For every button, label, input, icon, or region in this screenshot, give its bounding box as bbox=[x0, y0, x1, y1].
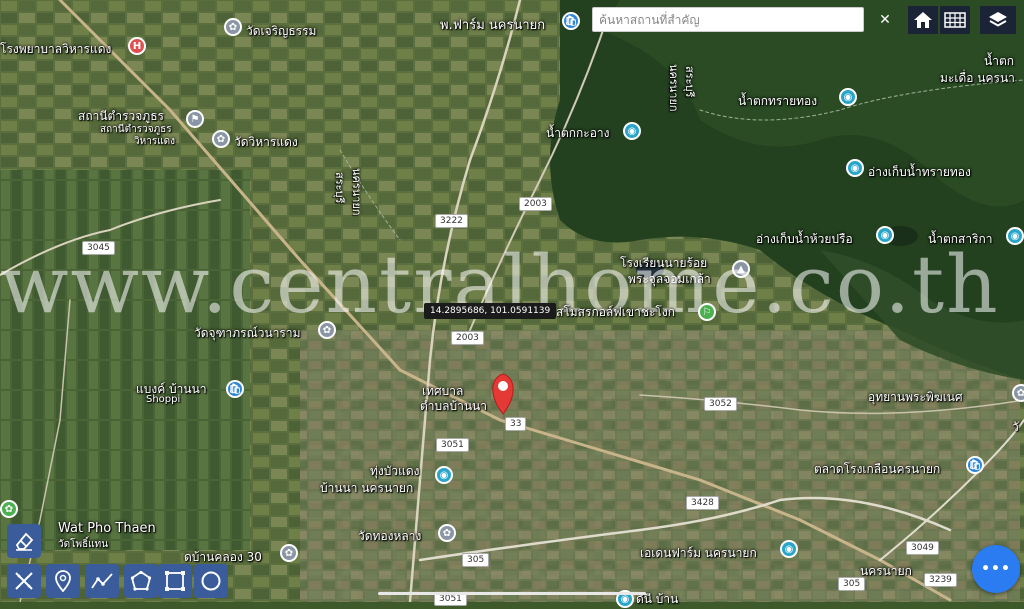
rectangle-button[interactable] bbox=[158, 564, 192, 598]
clear-search-button[interactable]: ✕ bbox=[870, 6, 900, 34]
place-label-thung-2: บ้านนา นครนายก bbox=[320, 481, 414, 495]
boundary-label-nakhon-1: นครนายก bbox=[350, 168, 363, 216]
boundary-label-saraburi-1: สระบุรี bbox=[333, 172, 346, 204]
hospital-icon[interactable]: H bbox=[128, 37, 146, 55]
camera-icon[interactable]: ◉ bbox=[623, 122, 641, 140]
road-shield: 3222 bbox=[435, 214, 468, 228]
place-label-wat-chuttha: วัดจุฑาภรณ์วนาราม bbox=[194, 326, 301, 340]
place-label-pharm: พ.ฟาร์ม นครนายก bbox=[440, 18, 546, 33]
road-shield: 3428 bbox=[686, 496, 719, 510]
temple-icon-3[interactable]: ✿ bbox=[318, 321, 336, 339]
bank-icon[interactable]: 🛍 bbox=[226, 380, 244, 398]
place-label-bank-2: Shoppi bbox=[146, 394, 181, 405]
more-options-button[interactable]: ••• bbox=[972, 545, 1020, 593]
road-shield: 2003 bbox=[451, 331, 484, 345]
more-icon: ••• bbox=[981, 561, 1011, 577]
grid-icon bbox=[944, 12, 966, 28]
close-icon: ✕ bbox=[879, 12, 891, 28]
place-label-golf: สโมสรกอล์ฟเขาชะโงก bbox=[556, 305, 675, 319]
place-label-waterfall-kaoang: น้ำตกกะอาง bbox=[546, 126, 610, 140]
road-shield: 3045 bbox=[82, 241, 115, 255]
school-icon[interactable]: ▲ bbox=[732, 260, 750, 278]
camera-icon-7[interactable]: ◉ bbox=[780, 540, 798, 558]
measure-button[interactable] bbox=[7, 564, 41, 598]
place-label-eden: เอเดนฟาร์ม นครนายก bbox=[640, 546, 757, 560]
eraser-button[interactable] bbox=[7, 524, 41, 558]
road-shield: 3051 bbox=[436, 438, 469, 452]
place-label-wat-viharn: วัดวิหารแดง bbox=[234, 135, 298, 149]
temple-icon[interactable]: ✿ bbox=[224, 18, 242, 36]
temple-icon-2[interactable]: ✿ bbox=[212, 130, 230, 148]
boundary-label-nakhon-2: นครนายก bbox=[667, 64, 680, 112]
grid-button[interactable] bbox=[940, 6, 970, 34]
camera-icon-6[interactable]: ◉ bbox=[435, 466, 453, 484]
place-label-right-partial: วั bbox=[1012, 420, 1019, 434]
coordinate-readout: 14.2895686, 101.0591139 bbox=[424, 303, 557, 319]
temple-icon-green[interactable]: ✿ bbox=[0, 500, 18, 518]
place-label-wat-pho-2: วัดโพธิ์แทน bbox=[58, 539, 109, 550]
police-icon[interactable]: ⚑ bbox=[186, 110, 204, 128]
polygon-icon bbox=[130, 570, 152, 591]
place-label-madua: มะเดื่อ นครนา bbox=[940, 71, 1015, 85]
circle-icon bbox=[201, 571, 221, 591]
road-shield: 2003 bbox=[519, 197, 552, 211]
measure-icon bbox=[15, 572, 33, 590]
place-label-nakhonnayok: นครนายก bbox=[860, 564, 912, 578]
park-icon[interactable]: ✿ bbox=[1012, 384, 1024, 402]
place-label-market: ตลาดโรงเกลือนครนายก bbox=[814, 462, 941, 476]
road-shield: 3049 bbox=[906, 541, 939, 555]
camera-icon-4[interactable]: ◉ bbox=[876, 226, 894, 244]
golf-icon[interactable]: ⚐ bbox=[698, 303, 716, 321]
place-label-municipal-2: ตำบลบ้านนา bbox=[420, 399, 488, 413]
shop-icon[interactable]: 🛍 bbox=[562, 12, 580, 30]
home-button[interactable] bbox=[908, 6, 938, 34]
layers-icon bbox=[989, 12, 1007, 27]
camera-icon-5[interactable]: ◉ bbox=[1006, 227, 1024, 245]
circle-button[interactable] bbox=[194, 564, 228, 598]
search-input[interactable] bbox=[592, 7, 864, 32]
place-label-police-3: วิหารแดง bbox=[134, 136, 176, 147]
road-shield: 305 bbox=[462, 553, 490, 567]
place-label-reservoir-huaipreu: อ่างเก็บน้ำห้วยปรือ bbox=[756, 232, 853, 246]
scroll-indicator[interactable] bbox=[378, 592, 646, 595]
place-label-park: อุทยานพระพิฆเนศ bbox=[868, 390, 963, 404]
place-label-reservoir-saithong: อ่างเก็บน้ำทรายทอง bbox=[868, 165, 971, 179]
place-label-wat-pho-1: Wat Pho Thaen bbox=[58, 521, 156, 536]
polygon-button[interactable] bbox=[124, 564, 158, 598]
boundary-label-saraburi-2: สระบุรี bbox=[683, 66, 696, 98]
place-label-wat-charoen: วัดเจริญธรรม bbox=[246, 24, 317, 38]
eraser-icon bbox=[15, 532, 34, 551]
road-shield: 3239 bbox=[924, 573, 957, 587]
place-label-school-2: พระจุลจอมเกล้า bbox=[628, 272, 711, 286]
polyline-button[interactable] bbox=[85, 564, 119, 598]
home-icon bbox=[914, 12, 932, 28]
temple-icon-5[interactable]: ✿ bbox=[280, 544, 298, 562]
camera-icon-2[interactable]: ◉ bbox=[839, 88, 857, 106]
road-shield: 33 bbox=[505, 417, 527, 431]
pin-button[interactable] bbox=[46, 564, 80, 598]
place-label-wat-thonglang: วัดทองหลาง bbox=[358, 529, 422, 543]
polyline-icon bbox=[91, 573, 113, 589]
pin-icon bbox=[55, 570, 71, 592]
market-icon[interactable]: 🛍 bbox=[966, 456, 984, 474]
camera-icon-3[interactable]: ◉ bbox=[846, 159, 864, 177]
road-shield: 3052 bbox=[704, 397, 737, 411]
place-label-waterfall-saithong: น้ำตกทรายทอง bbox=[738, 94, 818, 108]
road-shield: 305 bbox=[838, 577, 866, 591]
layers-button[interactable] bbox=[980, 6, 1016, 34]
place-label-waterfall-sarika: น้ำตกสาริกา bbox=[928, 232, 993, 246]
satellite-map[interactable] bbox=[0, 0, 1024, 602]
place-label-hospital: โรงพยาบาลวิหารแดง bbox=[0, 42, 112, 56]
rectangle-icon bbox=[165, 571, 185, 591]
temple-icon-4[interactable]: ✿ bbox=[438, 524, 456, 542]
